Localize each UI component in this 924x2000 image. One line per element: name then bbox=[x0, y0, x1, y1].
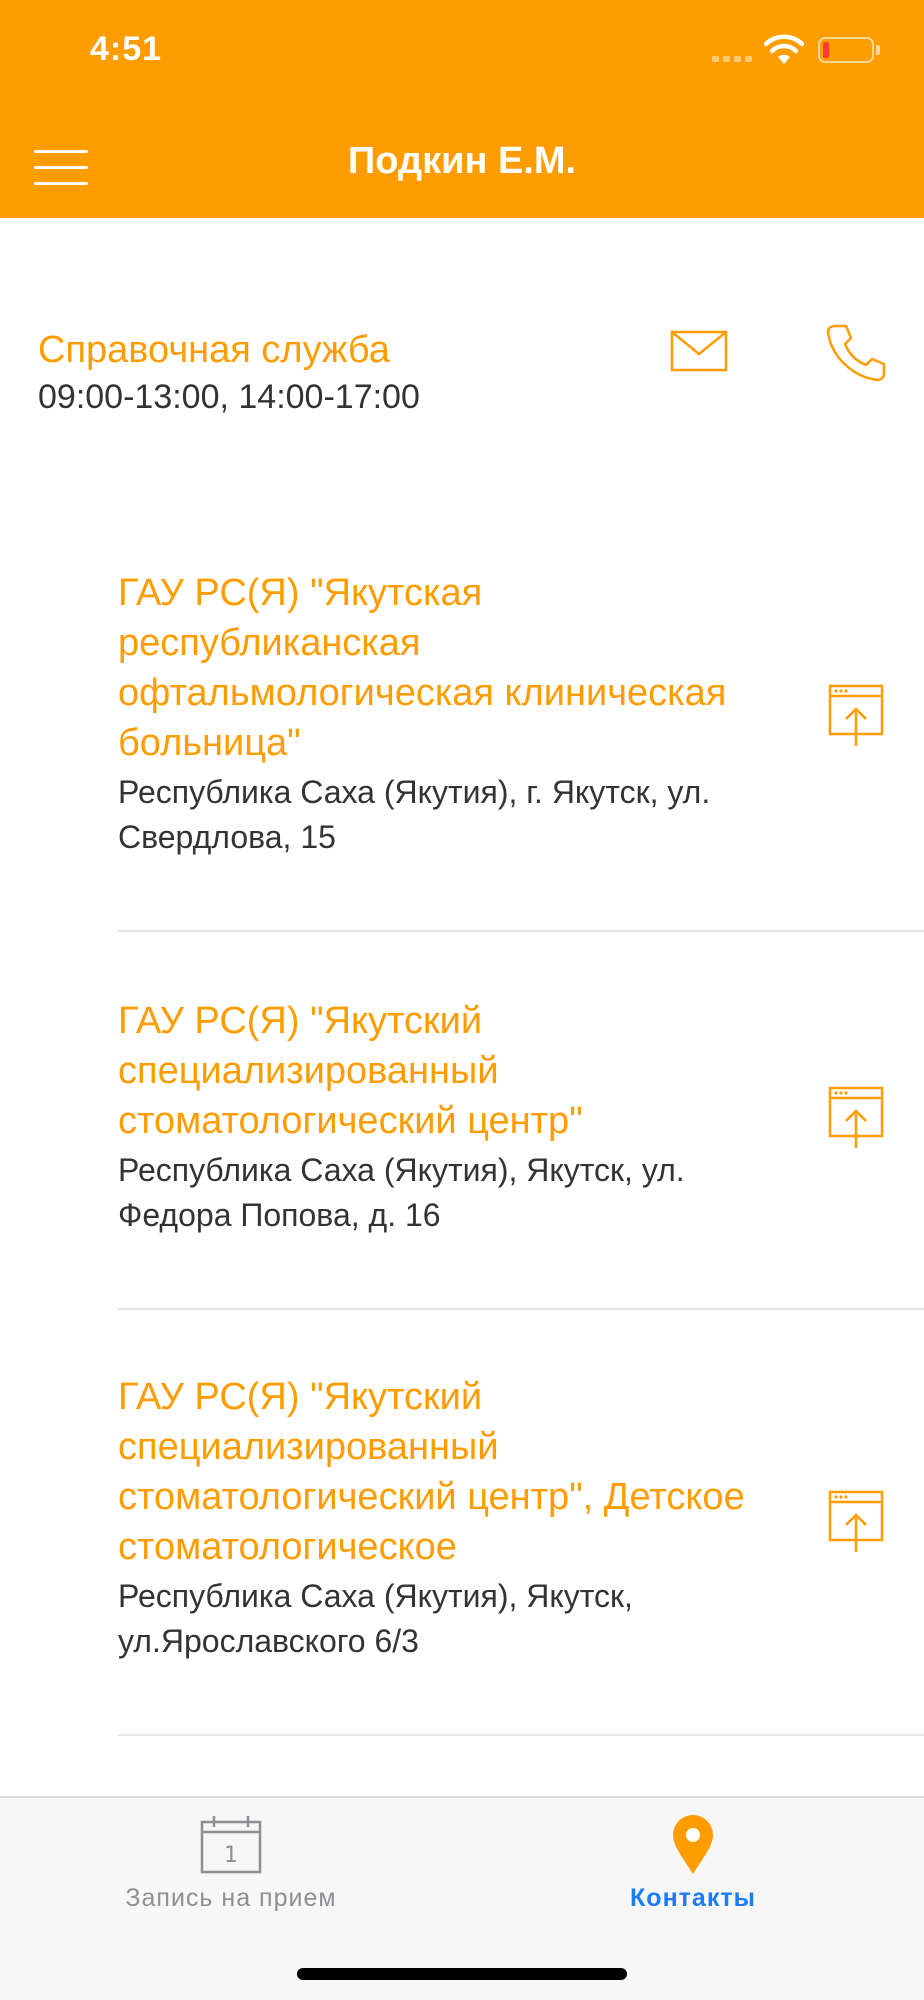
battery-icon bbox=[818, 37, 874, 63]
home-indicator bbox=[297, 1968, 627, 1980]
organization-name: ГАУ РС(Я) "Якутская республиканская офта… bbox=[118, 572, 727, 764]
open-in-browser-icon[interactable] bbox=[828, 1490, 884, 1554]
organization-address: Республика Саха (Якутия), г. Якутск, ул.… bbox=[118, 774, 711, 855]
wifi-icon bbox=[764, 34, 804, 64]
list-item[interactable]: ГАУ РС(Я) "Якутский специализированный с… bbox=[118, 1372, 924, 1736]
cellular-signal-icon bbox=[712, 56, 756, 62]
tab-label: Контакты bbox=[630, 1884, 756, 1912]
info-service: Справочная служба 09:00-13:00, 14:00-17:… bbox=[38, 326, 638, 420]
organization-name: ГАУ РС(Я) "Якутский специализированный с… bbox=[118, 1376, 745, 1568]
tab-contacts[interactable]: Контакты bbox=[462, 1798, 924, 1928]
tab-label: Запись на прием bbox=[125, 1884, 337, 1912]
status-time: 4:51 bbox=[90, 30, 163, 68]
phone-icon[interactable] bbox=[826, 322, 886, 382]
envelope-icon[interactable] bbox=[670, 330, 732, 374]
open-in-browser-icon[interactable] bbox=[828, 684, 884, 748]
calendar-day: 1 bbox=[224, 1843, 238, 1868]
tab-appointment[interactable]: 1 Запись на прием bbox=[0, 1798, 462, 1928]
organization-name: ГАУ РС(Я) "Якутский специализированный с… bbox=[118, 1000, 583, 1142]
top-bar: 4:51 Подкин Е.М. bbox=[0, 0, 924, 218]
info-service-hours: 09:00-13:00, 14:00-17:00 bbox=[38, 378, 420, 416]
organization-address: Республика Саха (Якутия), Якутск, ул.Яро… bbox=[118, 1578, 633, 1659]
list-item[interactable]: ГАУ РС(Я) "Якутская республиканская офта… bbox=[118, 568, 924, 932]
organization-address: Республика Саха (Якутия), Якутск, ул. Фе… bbox=[118, 1152, 685, 1233]
page-title: Подкин Е.М. bbox=[347, 140, 577, 182]
open-in-browser-icon[interactable] bbox=[828, 1086, 884, 1150]
list-item[interactable]: ГАУ РС(Я) "Якутский специализированный с… bbox=[118, 996, 924, 1310]
info-service-title: Справочная служба bbox=[38, 329, 390, 371]
calendar-icon: 1 bbox=[200, 1816, 262, 1874]
location-pin-icon bbox=[673, 1815, 713, 1874]
battery-cap bbox=[876, 45, 880, 55]
